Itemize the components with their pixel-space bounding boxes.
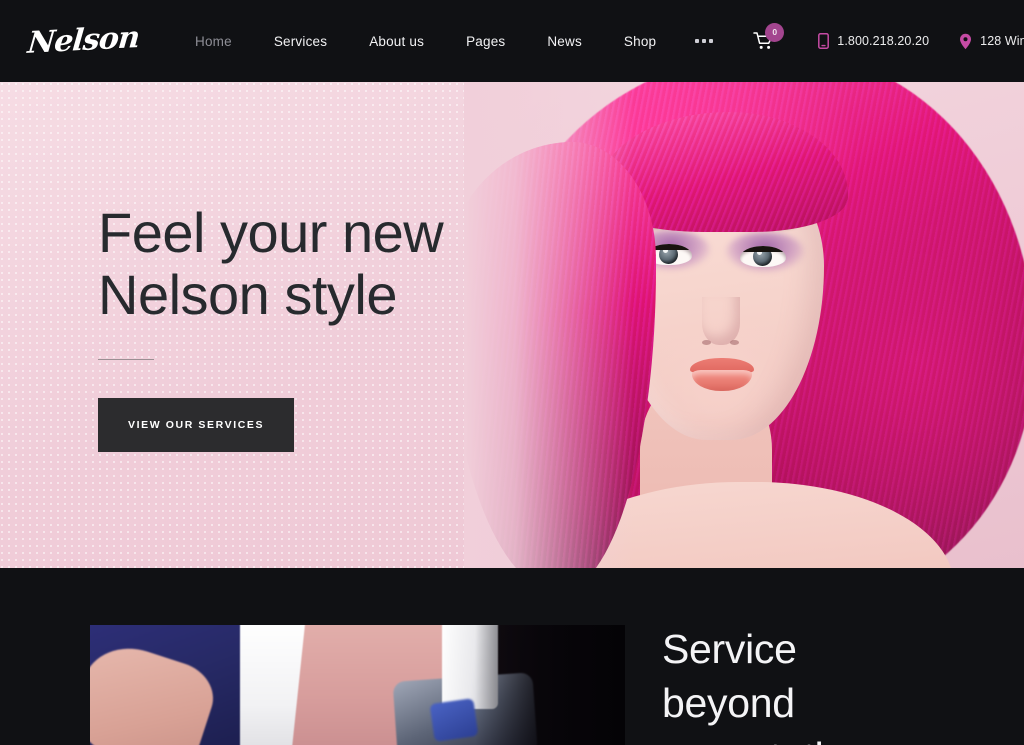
view-our-services-button[interactable]: View our services — [98, 398, 295, 452]
header-contacts: 1.800.218.20.20 128 Winston st, New York — [788, 33, 1024, 50]
service-copy: Service beyond expectations — [662, 622, 1012, 745]
nav-item-news[interactable]: News — [526, 34, 603, 49]
hero-title: Feel your new Nelson style — [98, 201, 444, 326]
main-navigation: Home Services About us Pages News Shop 0 — [174, 23, 788, 50]
nav-item-services[interactable]: Services — [253, 34, 348, 49]
brand-logo[interactable]: Nelson — [26, 20, 140, 61]
header-phone-text: 1.800.218.20.20 — [837, 34, 930, 48]
cart-count-badge: 0 — [765, 23, 785, 42]
hero-copy: Feel your new Nelson style View our serv… — [98, 201, 444, 452]
site-header: Nelson Home Services About us Pages News… — [0, 0, 1024, 82]
nav-item-home[interactable]: Home — [174, 34, 253, 49]
header-phone[interactable]: 1.800.218.20.20 — [818, 33, 929, 49]
nav-item-pages[interactable]: Pages — [445, 34, 526, 49]
header-address-text: 128 Winston st, New York — [980, 34, 1024, 48]
hero-divider — [98, 359, 154, 360]
mobile-phone-icon — [818, 33, 830, 49]
nav-item-about-us[interactable]: About us — [348, 34, 445, 49]
ellipsis-icon[interactable] — [677, 39, 731, 43]
service-section: Service beyond expectations — [0, 568, 1024, 745]
service-image — [90, 625, 625, 745]
map-pin-icon — [959, 33, 972, 50]
header-address[interactable]: 128 Winston st, New York — [959, 33, 1024, 50]
hero-section: Feel your new Nelson style View our serv… — [0, 82, 1024, 568]
nav-item-shop[interactable]: Shop — [603, 34, 677, 49]
hero-model-image — [464, 82, 1024, 568]
cart-button[interactable]: 0 — [739, 23, 788, 50]
service-title: Service beyond expectations — [662, 626, 889, 745]
